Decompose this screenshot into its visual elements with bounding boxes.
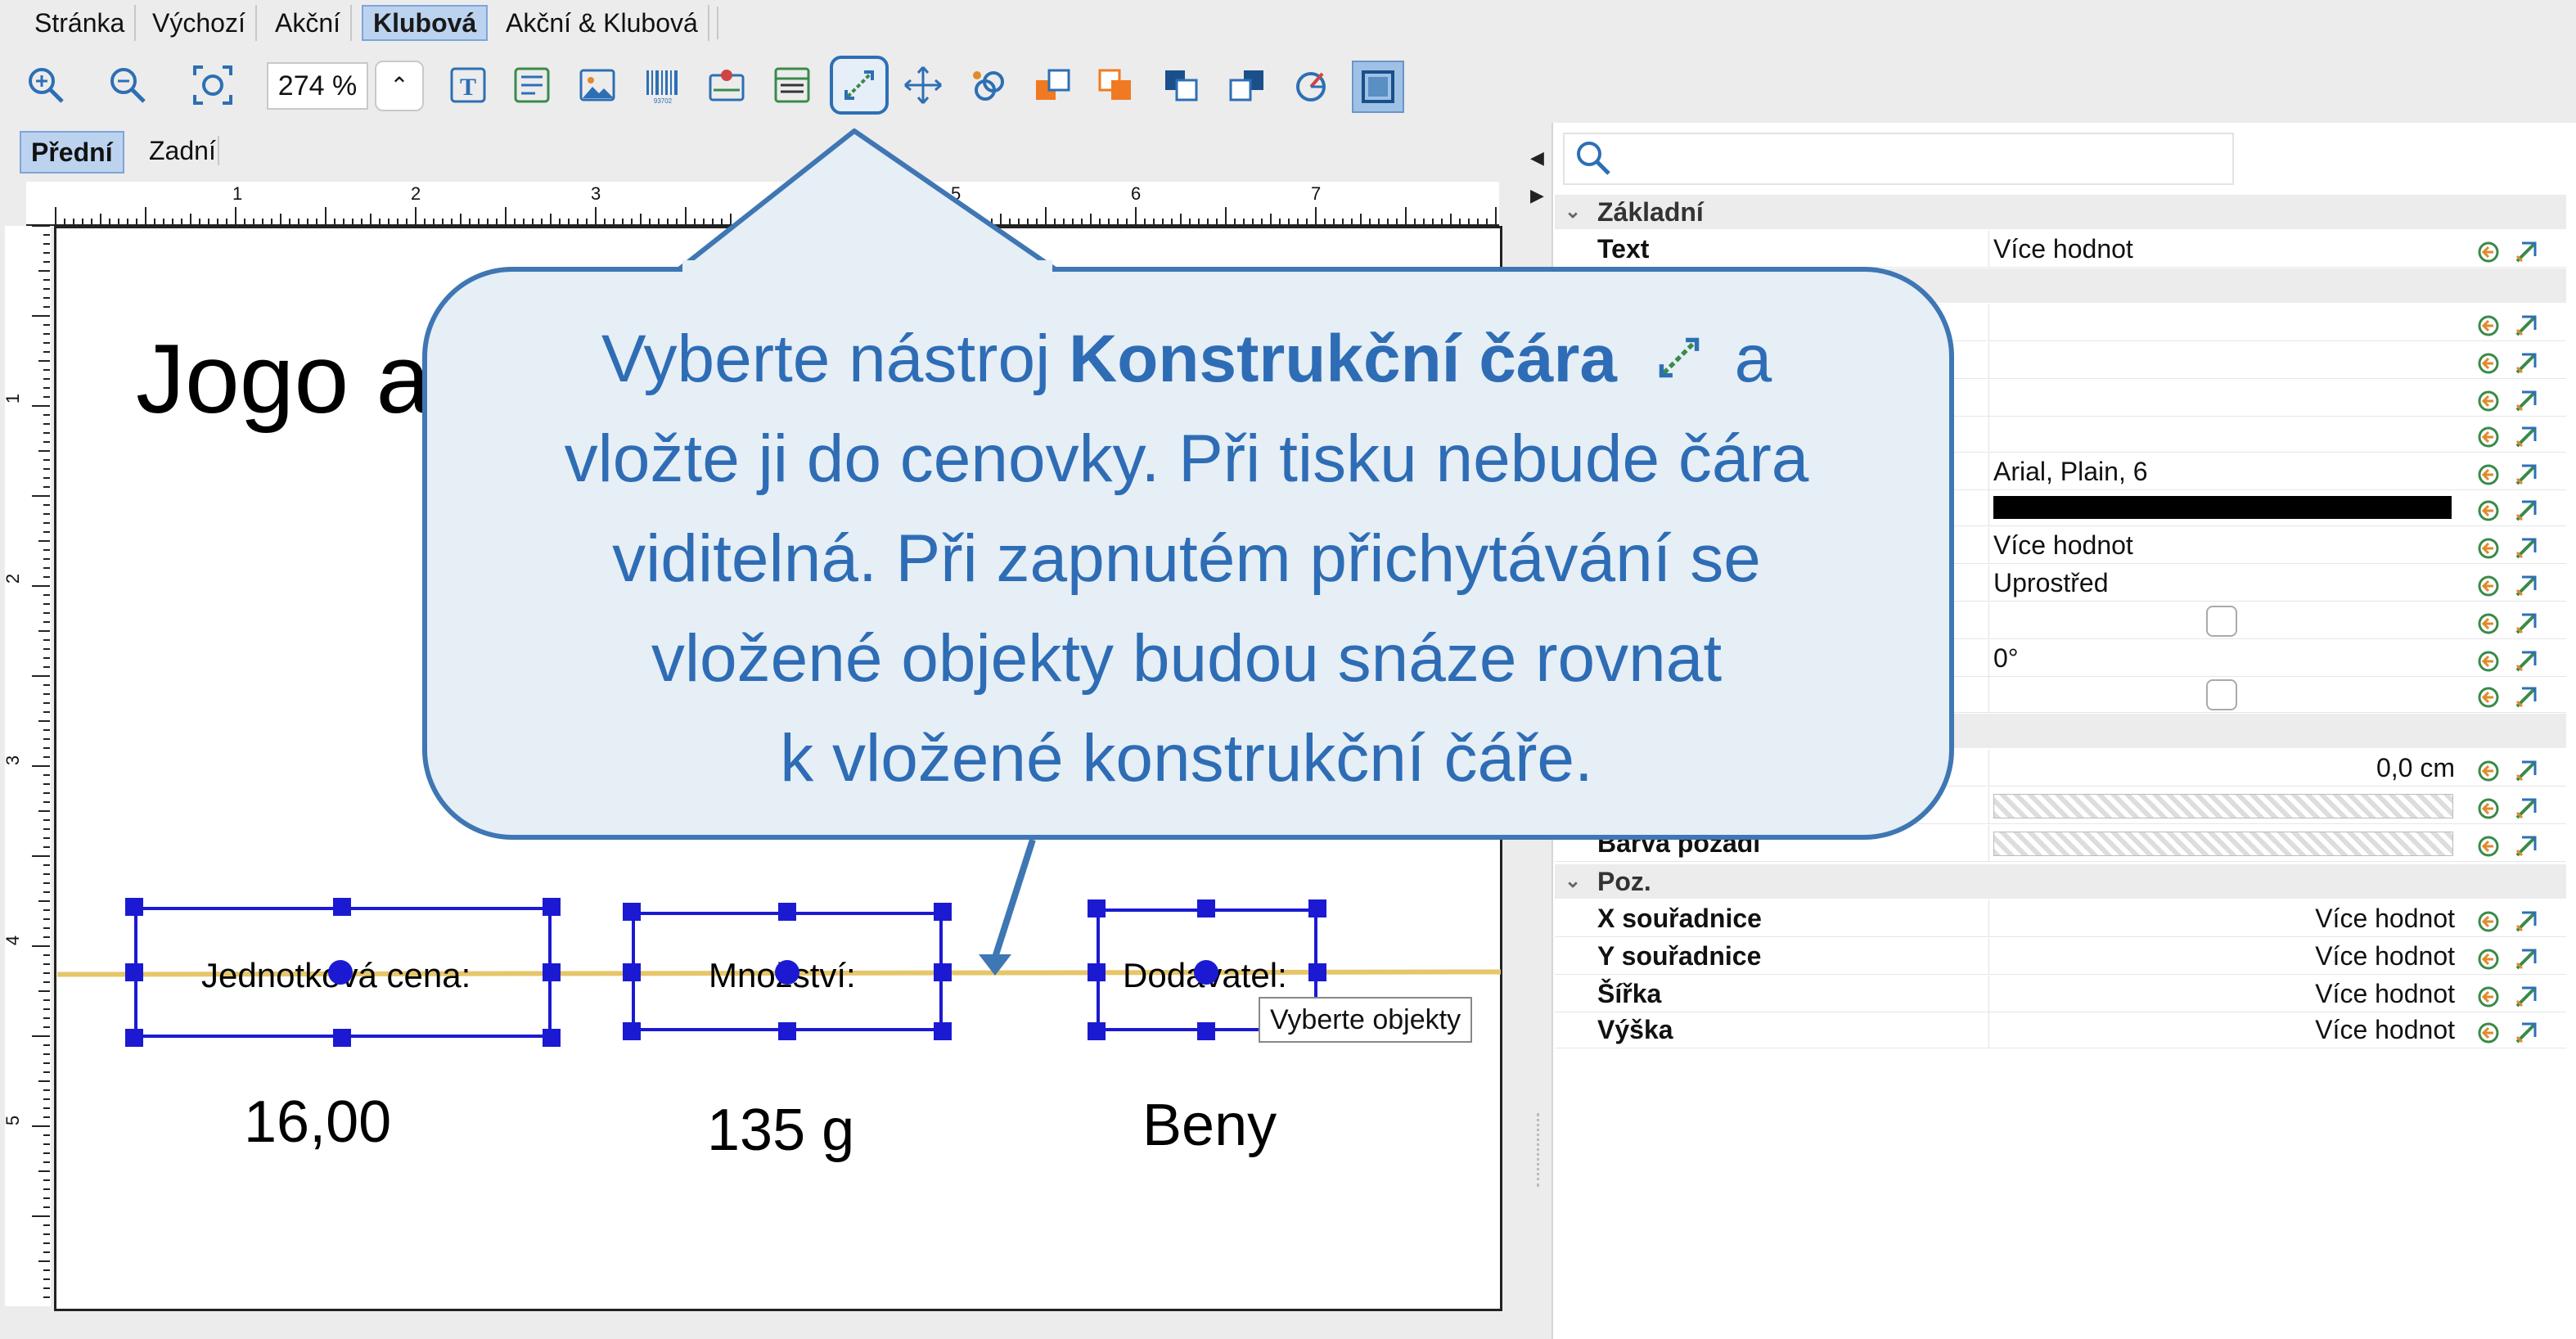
- callout-line-1: Vyberte nástroj Konstrukční čára a: [601, 322, 1772, 396]
- callout-line-3: viditelná. Při zapnutém přichytávání se: [612, 521, 1761, 596]
- callout-seam-cover: [682, 260, 1052, 277]
- callout-line-2: vložte ji do cenovky. Při tisku nebude č…: [564, 422, 1809, 496]
- callout-line-4: vložené objekty budou snáze rovnat: [651, 621, 1723, 696]
- callout-line-5: k vložené konstrukční čáře.: [780, 721, 1593, 796]
- construction-line-icon: [1659, 337, 1700, 378]
- callout-text: Vyberte nástroj Konstrukční čára a vložt…: [458, 309, 1915, 809]
- callout-tool-name: Konstrukční čára: [1069, 322, 1617, 396]
